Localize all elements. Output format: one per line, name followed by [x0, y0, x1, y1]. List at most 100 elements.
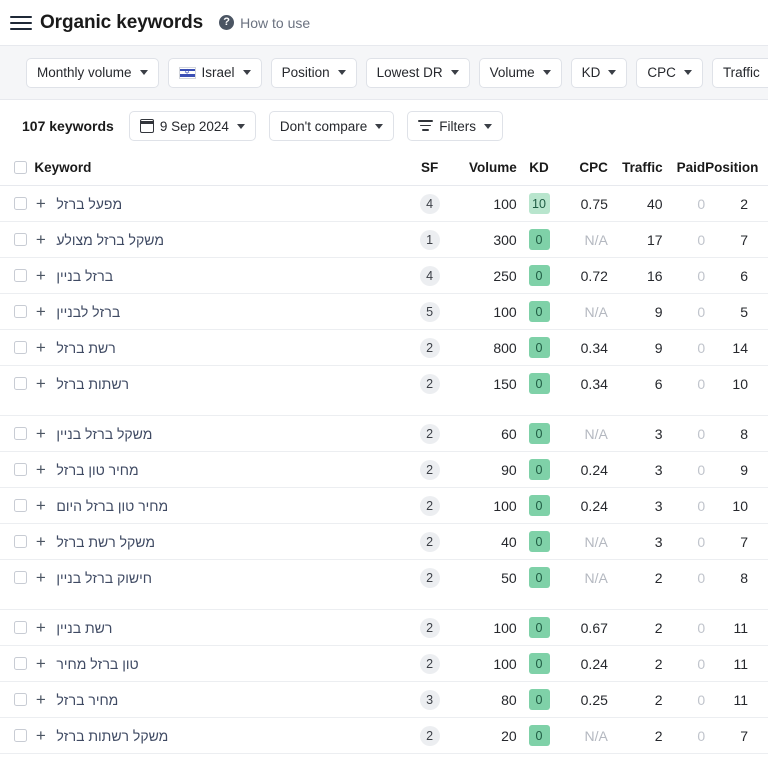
filter-position[interactable]: Position — [270, 57, 357, 88]
filter-cpc[interactable]: CPC — [636, 57, 703, 88]
add-keyword-icon[interactable]: + — [34, 303, 47, 320]
keyword-link[interactable]: מחיר טון ברזל — [56, 462, 138, 478]
column-header-volume[interactable]: Volume — [451, 152, 517, 186]
table-row[interactable]: + משקל ברזל מצולע 1 300 0 N/A 17 0 7 — [0, 221, 768, 258]
hamburger-icon[interactable] — [10, 12, 32, 34]
column-header-sf[interactable]: SF — [407, 152, 452, 186]
table-row[interactable]: + רשת ברזל 2 800 0 0.34 9 0 14 — [0, 329, 768, 366]
keywords-table-container: Keyword SF Volume KD CPC Traffic Paid Po… — [0, 152, 768, 754]
table-row[interactable]: + חישוק ברזל בניין 2 50 0 N/A 2 0 8 — [0, 560, 768, 596]
table-row[interactable]: + ברזל בניין 4 250 0 0.72 16 0 6 — [0, 257, 768, 294]
row-checkbox[interactable] — [14, 657, 27, 670]
keyword-link[interactable]: חישוק ברזל בניין — [56, 570, 152, 586]
filter-country[interactable]: ✡ Israel — [167, 57, 262, 88]
add-keyword-icon[interactable]: + — [34, 461, 47, 478]
row-checkbox[interactable] — [14, 499, 27, 512]
kd-cell: 0 — [517, 366, 562, 402]
add-keyword-icon[interactable]: + — [34, 267, 47, 284]
app-header: Organic keywords ? How to use — [0, 0, 768, 45]
keyword-link[interactable]: משקל ברזל מצולע — [56, 232, 164, 248]
table-row[interactable]: + מחיר טון ברזל היום 2 100 0 0.24 3 0 10 — [0, 487, 768, 524]
row-checkbox[interactable] — [14, 427, 27, 440]
filter-traffic[interactable]: Traffic — [711, 57, 768, 88]
row-checkbox[interactable] — [14, 693, 27, 706]
row-checkbox[interactable] — [14, 729, 27, 742]
results-toolbar: 107 keywords 9 Sep 2024 Don't compare Fi… — [0, 100, 768, 152]
volume-cell: 40 — [451, 523, 517, 560]
add-keyword-icon[interactable]: + — [34, 425, 47, 442]
volume-cell: 20 — [451, 717, 517, 754]
row-checkbox[interactable] — [14, 233, 27, 246]
add-keyword-icon[interactable]: + — [34, 533, 47, 550]
column-header-cpc[interactable]: CPC — [561, 152, 608, 186]
add-keyword-icon[interactable]: + — [34, 727, 47, 744]
chevron-down-icon — [608, 70, 617, 75]
filters-button[interactable]: Filters — [407, 111, 504, 141]
keyword-link[interactable]: משקל רשת ברזל — [56, 534, 155, 550]
table-row[interactable]: + משקל ברזל בניין 2 60 0 N/A 3 0 8 — [0, 415, 768, 452]
add-keyword-icon[interactable]: + — [34, 339, 47, 356]
kd-cell: 0 — [516, 415, 562, 452]
table-row[interactable]: + רשתות ברזל 2 150 0 0.34 6 0 10 — [0, 366, 768, 402]
filter-kd[interactable]: KD — [570, 57, 628, 88]
table-row[interactable]: + מפעל ברזל 4 100 10 0.75 40 0 2 — [0, 185, 768, 222]
table-row[interactable]: + מחיר טון ברזל 2 90 0 0.24 3 0 9 — [0, 451, 768, 488]
row-checkbox[interactable] — [14, 621, 27, 634]
row-checkbox[interactable] — [14, 341, 27, 354]
paid-cell: 0 — [662, 415, 706, 452]
column-header-kd[interactable]: KD — [516, 152, 562, 186]
add-keyword-icon[interactable]: + — [34, 231, 47, 248]
row-select-cell — [0, 717, 31, 754]
row-select-cell — [0, 221, 31, 258]
position-cell: 11 — [705, 681, 768, 718]
keyword-link[interactable]: משקל ברזל בניין — [56, 426, 152, 442]
table-row[interactable]: + רשת בניין 2 100 0 0.67 2 0 11 — [0, 609, 768, 646]
add-keyword-icon[interactable]: + — [34, 619, 47, 636]
question-mark-icon: ? — [219, 15, 235, 30]
row-checkbox[interactable] — [14, 377, 27, 391]
row-checkbox[interactable] — [14, 197, 27, 210]
keyword-cell: + רשתות ברזל — [30, 366, 407, 402]
keyword-link[interactable]: מחיר ברזל — [56, 692, 118, 708]
row-checkbox[interactable] — [14, 305, 27, 318]
column-header-keyword[interactable]: Keyword — [30, 152, 408, 186]
keyword-link[interactable]: רשת ברזל — [56, 340, 115, 356]
date-picker-button[interactable]: 9 Sep 2024 — [128, 111, 256, 141]
keyword-link[interactable]: מפעל ברזל — [56, 196, 122, 212]
row-checkbox[interactable] — [14, 463, 27, 476]
table-row[interactable]: + משקל רשתות ברזל 2 20 0 N/A 2 0 7 — [0, 717, 768, 754]
compare-dropdown[interactable]: Don't compare — [268, 111, 395, 141]
add-keyword-icon[interactable]: + — [34, 655, 47, 672]
filter-label: CPC — [647, 65, 676, 80]
table-row[interactable]: + מחיר ברזל 3 80 0 0.25 2 0 11 — [0, 681, 768, 718]
keyword-link[interactable]: מחיר טון ברזל היום — [56, 498, 168, 514]
keyword-link[interactable]: ברזל בניין — [56, 268, 113, 284]
column-header-position[interactable]: Position — [705, 152, 768, 186]
row-checkbox[interactable] — [14, 535, 27, 548]
row-checkbox[interactable] — [14, 571, 27, 585]
column-header-traffic[interactable]: Traffic — [607, 152, 663, 186]
table-row[interactable]: + משקל רשת ברזל 2 40 0 N/A 3 0 7 — [0, 523, 768, 560]
keyword-link[interactable]: ברזל לבניין — [56, 304, 120, 320]
row-select-cell — [0, 257, 31, 294]
keyword-link[interactable]: משקל רשתות ברזל — [56, 728, 168, 744]
row-checkbox[interactable] — [14, 269, 27, 282]
select-all-checkbox[interactable] — [14, 161, 27, 174]
add-keyword-icon[interactable]: + — [34, 569, 47, 586]
filter-monthly-volume[interactable]: Monthly volume — [26, 57, 159, 88]
table-row[interactable]: + טון ברזל מחיר 2 100 0 0.24 2 0 11 — [0, 645, 768, 682]
kd-badge: 0 — [528, 617, 550, 638]
how-to-use-link[interactable]: ? How to use — [219, 15, 310, 31]
keyword-link[interactable]: טון ברזל מחיר — [56, 656, 138, 672]
add-keyword-icon[interactable]: + — [34, 375, 47, 392]
add-keyword-icon[interactable]: + — [34, 497, 47, 514]
filter-lowest-dr[interactable]: Lowest DR — [365, 57, 470, 88]
keyword-link[interactable]: רשת בניין — [56, 620, 112, 636]
keyword-link[interactable]: רשתות ברזל — [56, 376, 129, 392]
compare-label: Don't compare — [279, 118, 368, 134]
add-keyword-icon[interactable]: + — [34, 195, 47, 212]
table-row[interactable]: + ברזל לבניין 5 100 0 N/A 9 0 5 — [0, 293, 768, 330]
add-keyword-icon[interactable]: + — [34, 691, 47, 708]
filter-volume[interactable]: Volume — [478, 57, 562, 88]
column-header-paid[interactable]: Paid — [662, 152, 706, 186]
